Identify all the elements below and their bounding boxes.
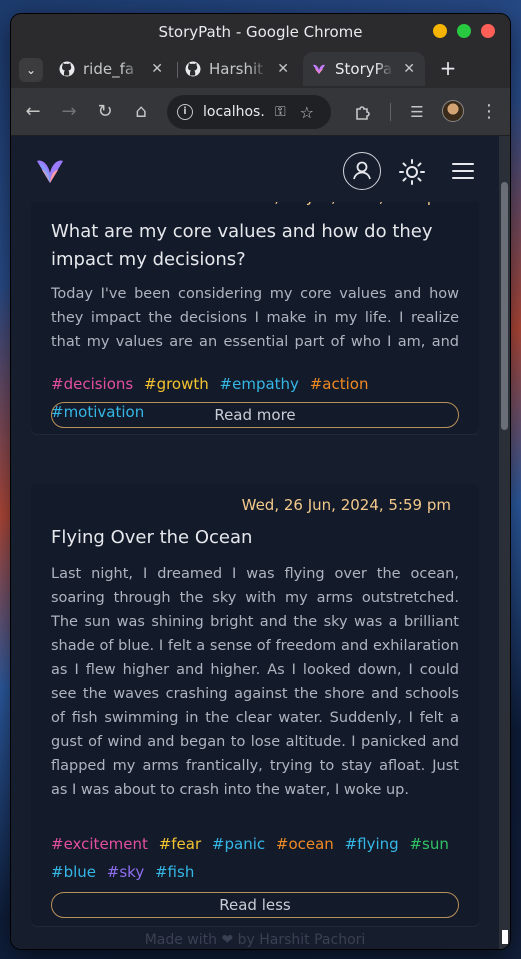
tag[interactable]: #ocean xyxy=(276,835,334,853)
tag[interactable]: #fear xyxy=(159,835,201,853)
reading-list-icon[interactable]: ☰ xyxy=(405,100,429,124)
entry-title: What are my core values and how do they … xyxy=(51,221,433,270)
entry-body: Last night, I dreamed I was flying over … xyxy=(51,566,459,798)
reload-icon[interactable]: ↻ xyxy=(93,100,117,124)
browser-window: StoryPath - Google Chrome ⌄ ride_fa ✕ Ha… xyxy=(11,14,510,949)
chevron-down-icon: ⌄ xyxy=(25,63,37,77)
entry-date: Wed, 26 Jun, 2024, 5:59 pm xyxy=(241,496,451,514)
tag[interactable]: #growth xyxy=(144,375,209,393)
tag[interactable]: #excitement xyxy=(51,835,148,853)
extensions-icon[interactable] xyxy=(351,100,375,124)
new-tab-button[interactable]: + xyxy=(435,56,461,82)
read-less-button[interactable]: Read less xyxy=(51,892,459,918)
tag[interactable]: #fish xyxy=(155,863,194,881)
close-window-button[interactable] xyxy=(481,24,495,38)
tab-search-button[interactable]: ⌄ xyxy=(19,58,43,82)
tag[interactable]: #flying xyxy=(345,835,399,853)
tag[interactable]: #sun xyxy=(409,835,448,853)
tab-storypath[interactable]: StoryPa ✕ xyxy=(303,52,425,86)
close-icon[interactable]: ✕ xyxy=(151,61,163,77)
forward-arrow-icon[interactable]: → xyxy=(57,100,81,124)
storypath-logo-icon[interactable] xyxy=(35,157,65,187)
sun-theme-toggle-icon[interactable] xyxy=(398,158,426,186)
github-icon xyxy=(185,61,201,77)
close-icon[interactable]: ✕ xyxy=(403,61,415,77)
journal-entry-card[interactable]: Wed, 26 Jun, 2024, 5:45 pm What are my c… xyxy=(31,184,479,434)
github-icon xyxy=(59,61,75,77)
app-header xyxy=(11,136,499,202)
bookmark-star-icon[interactable]: ☆ xyxy=(300,103,314,122)
journal-entry-card[interactable]: Wed, 26 Jun, 2024, 5:59 pm Flying Over t… xyxy=(31,484,479,926)
scroll-indicator xyxy=(502,930,508,944)
footer-credit: Made with ❤ by Harshit Pachori xyxy=(144,932,366,948)
tab-label: ride_fa xyxy=(83,60,135,78)
tag-list: #excitement #fear #panic #ocean #flying … xyxy=(51,830,463,886)
read-more-button[interactable]: Read more xyxy=(51,402,459,428)
storypath-icon xyxy=(313,64,325,74)
browser-toolbar: ← → ↻ ⌂ i localhos... ⚿ ☆ ☰ ⋮ xyxy=(11,88,510,136)
tag[interactable]: #decisions xyxy=(51,375,133,393)
kebab-menu-icon[interactable]: ⋮ xyxy=(477,100,501,124)
back-arrow-icon[interactable]: ← xyxy=(21,100,45,124)
user-icon xyxy=(352,161,371,179)
account-button[interactable] xyxy=(343,152,381,190)
toolbar-divider xyxy=(390,103,391,121)
tag[interactable]: #panic xyxy=(212,835,265,853)
home-icon[interactable]: ⌂ xyxy=(129,100,153,124)
tag[interactable]: #empathy xyxy=(220,375,299,393)
tab-label: Harshit xyxy=(209,60,264,78)
tag[interactable]: #blue xyxy=(51,863,96,881)
tab-harshit[interactable]: Harshit ✕ xyxy=(177,52,299,86)
password-key-icon[interactable]: ⚿ xyxy=(275,104,286,120)
plus-icon: + xyxy=(439,56,457,80)
entry-title: Flying Over the Ocean xyxy=(51,527,253,548)
entry-body: Today I've been considering my core valu… xyxy=(51,286,459,350)
close-icon[interactable]: ✕ xyxy=(277,61,289,77)
hamburger-menu-icon[interactable] xyxy=(451,161,475,181)
info-icon[interactable]: i xyxy=(177,104,193,120)
maximize-button[interactable] xyxy=(457,24,471,38)
title-bar: StoryPath - Google Chrome xyxy=(11,14,510,50)
tag[interactable]: #sky xyxy=(107,863,144,881)
url-text: localhos... xyxy=(203,104,265,120)
address-bar[interactable]: i localhos... ⚿ ☆ xyxy=(167,95,331,129)
minimize-button[interactable] xyxy=(433,24,447,38)
tab-label: StoryPa xyxy=(335,60,393,78)
tag[interactable]: #action xyxy=(310,375,369,393)
scrollbar[interactable] xyxy=(499,136,510,949)
tab-strip: ⌄ ride_fa ✕ Harshit ✕ StoryPa ✕ + xyxy=(11,50,510,88)
profile-avatar[interactable] xyxy=(442,100,464,122)
scrollbar-thumb[interactable] xyxy=(501,182,508,430)
window-title: StoryPath - Google Chrome xyxy=(158,23,363,41)
page-viewport: Wed, 26 Jun, 2024, 5:45 pm What are my c… xyxy=(11,136,510,949)
tab-ride[interactable]: ride_fa ✕ xyxy=(51,52,173,86)
